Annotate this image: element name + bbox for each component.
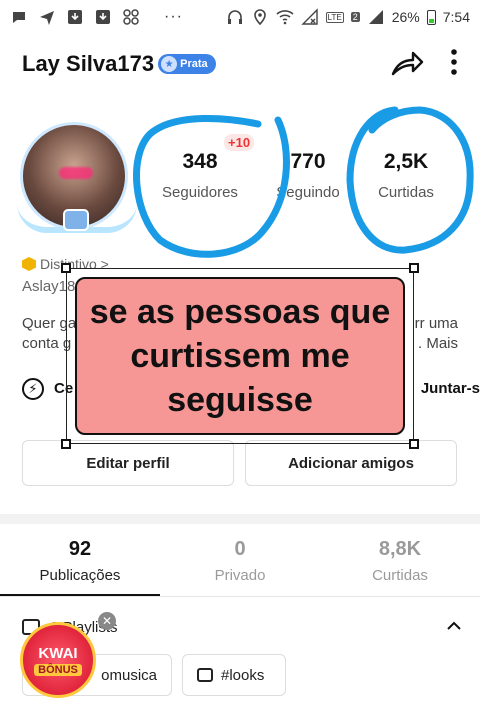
- playlist-icon: [197, 668, 213, 682]
- signal-icon: [367, 8, 385, 26]
- clock: 7:54: [442, 9, 470, 25]
- section-divider: [0, 514, 480, 524]
- following-count: 770: [290, 150, 326, 173]
- overlay-line: se as pessoas que: [89, 293, 391, 331]
- tab-curtidas[interactable]: 8,8K Curtidas: [320, 532, 480, 596]
- stat-followers[interactable]: 348 Seguidores: [150, 150, 250, 201]
- username: Lay Silva173: [22, 51, 155, 76]
- overlay-line: curtissem me: [130, 337, 350, 375]
- more-notifications-icon: ···: [164, 8, 183, 25]
- resize-handle[interactable]: [61, 439, 71, 449]
- chat-icon: [10, 8, 28, 26]
- followers-label: Seguidores: [162, 184, 238, 201]
- close-icon[interactable]: ✕: [98, 612, 116, 630]
- likes-label: Curtidas: [378, 184, 434, 201]
- tab-privado[interactable]: 0 Privado: [160, 532, 320, 596]
- playlist-chip-label: omusica: [101, 666, 157, 684]
- avatar-sticker: [59, 167, 93, 179]
- status-bar: ··· LTE 2 26% 7:54: [0, 0, 480, 34]
- download-icon: [94, 8, 112, 26]
- profile-header: Lay Silva173 ★ Prata: [0, 40, 480, 88]
- lte-icon: LTE: [325, 11, 344, 23]
- rank-badge-label: Prata: [180, 58, 208, 70]
- badge-hex-icon: [22, 257, 36, 271]
- tab-count: 0: [234, 538, 246, 560]
- share-icon[interactable]: [390, 47, 424, 82]
- tab-publicacoes[interactable]: 92 Publicações: [0, 532, 160, 596]
- bio-text: conta g: [22, 335, 72, 352]
- headset-icon: [226, 8, 244, 26]
- likes-count: 2,5K: [383, 150, 429, 173]
- tab-count: 92: [68, 538, 92, 560]
- join-link[interactable]: Juntar-s: [421, 380, 480, 397]
- camera-icon[interactable]: [63, 209, 89, 231]
- playlist-chip[interactable]: #looks: [182, 654, 286, 696]
- content-tabs: 92 Publicações 0 Privado 8,8K Curtidas: [0, 532, 480, 596]
- tab-label: Privado: [214, 567, 266, 584]
- kwai-bonus-badge[interactable]: KWAI BÔNUS: [20, 622, 96, 698]
- followers-count: 348: [182, 150, 218, 173]
- no-signal-icon: [300, 8, 319, 26]
- wifi-icon: [276, 8, 294, 26]
- text-overlay-sticker[interactable]: se as pessoas que curtissem me seguisse: [61, 263, 419, 449]
- resize-handle[interactable]: [409, 263, 419, 273]
- sim-badge: 2: [350, 12, 360, 22]
- overlay-text: se as pessoas que curtissem me seguisse: [90, 290, 391, 422]
- resize-handle[interactable]: [409, 439, 419, 449]
- medal-icon: ★: [161, 56, 178, 72]
- chevron-up-icon[interactable]: [446, 618, 462, 636]
- stat-likes[interactable]: 2,5K Curtidas: [356, 150, 456, 201]
- send-icon: [38, 8, 56, 26]
- add-friends-button[interactable]: Adicionar amigos: [245, 440, 457, 486]
- more-options-icon[interactable]: [450, 48, 458, 80]
- avatar[interactable]: [17, 122, 137, 233]
- location-icon: [251, 8, 269, 26]
- tab-count: 8,8K: [378, 538, 422, 560]
- followers-new-badge: +10: [224, 134, 255, 151]
- kwai-bonus-line: BÔNUS: [34, 663, 82, 676]
- edit-profile-button[interactable]: Editar perfil: [22, 440, 234, 486]
- overlay-line: seguisse: [167, 381, 313, 419]
- rank-badge[interactable]: ★ Prata: [158, 54, 216, 74]
- bio-text: rr uma: [414, 315, 458, 332]
- battery-percent: 26%: [391, 9, 420, 25]
- resize-handle[interactable]: [61, 263, 71, 273]
- apps-icon: [122, 8, 140, 26]
- kwai-bonus-line: KWAI: [38, 644, 78, 662]
- bio-more-link[interactable]: . Mais: [418, 334, 458, 354]
- playlist-chip-label: #looks: [221, 666, 265, 684]
- battery-icon: [426, 9, 436, 25]
- tabs-divider: [0, 596, 480, 597]
- tab-label: Curtidas: [372, 567, 428, 584]
- tab-label: Publicações: [39, 567, 121, 584]
- download-icon: [66, 8, 84, 26]
- overlay-card: se as pessoas que curtissem me seguisse: [75, 277, 405, 435]
- stat-following[interactable]: 770 Seguindo: [258, 150, 358, 201]
- bolt-icon[interactable]: ⚡: [22, 378, 44, 400]
- following-label: Seguindo: [276, 184, 340, 201]
